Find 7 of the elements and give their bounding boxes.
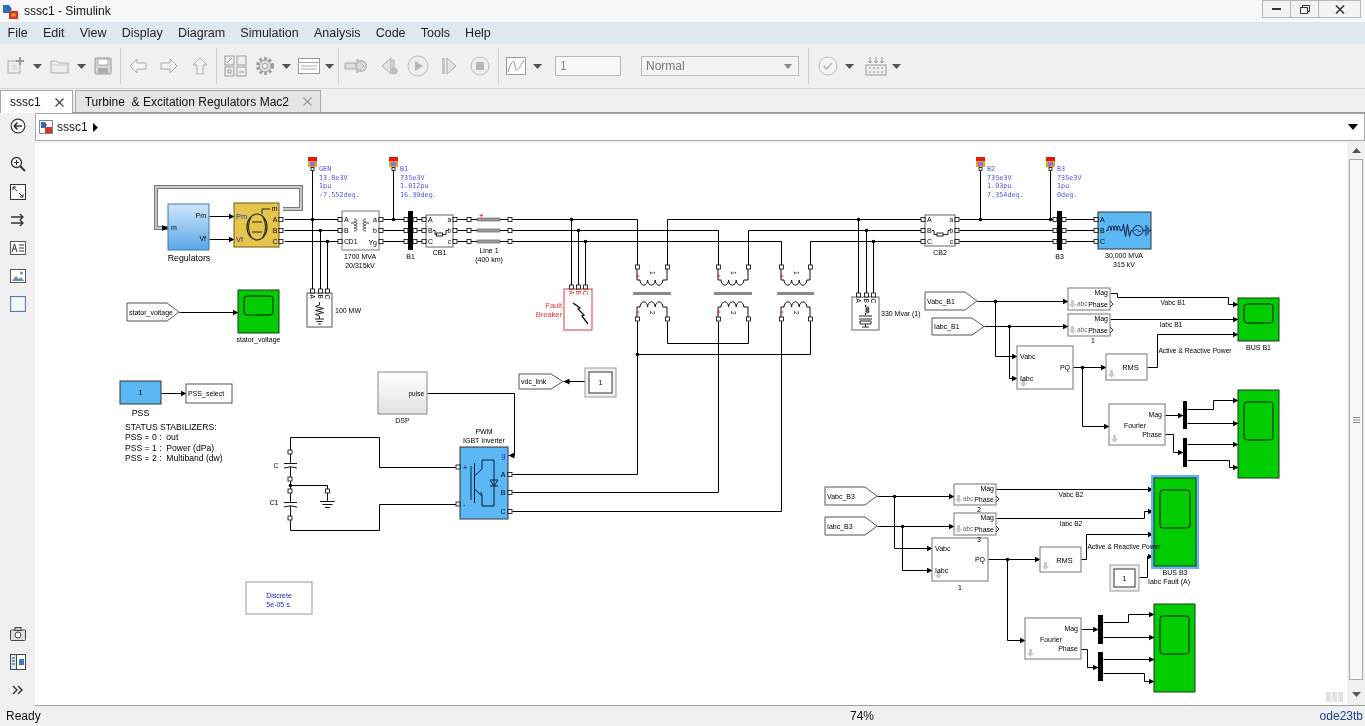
zoom-level: 74% — [850, 709, 875, 723]
block-caption: PSS — [131, 408, 150, 418]
window-title: sssc1 - Simulink — [24, 4, 111, 18]
solver-name: ode23tb — [1319, 709, 1363, 723]
annotation-text: STATUS STABILIZERS: PSS = 0 : out PSS = 1 : Power (dPa) PSS = 2 : Multiband (dw) — [125, 422, 223, 464]
block-caption: Regulators — [167, 253, 211, 263]
status-message: Ready — [5, 709, 42, 723]
